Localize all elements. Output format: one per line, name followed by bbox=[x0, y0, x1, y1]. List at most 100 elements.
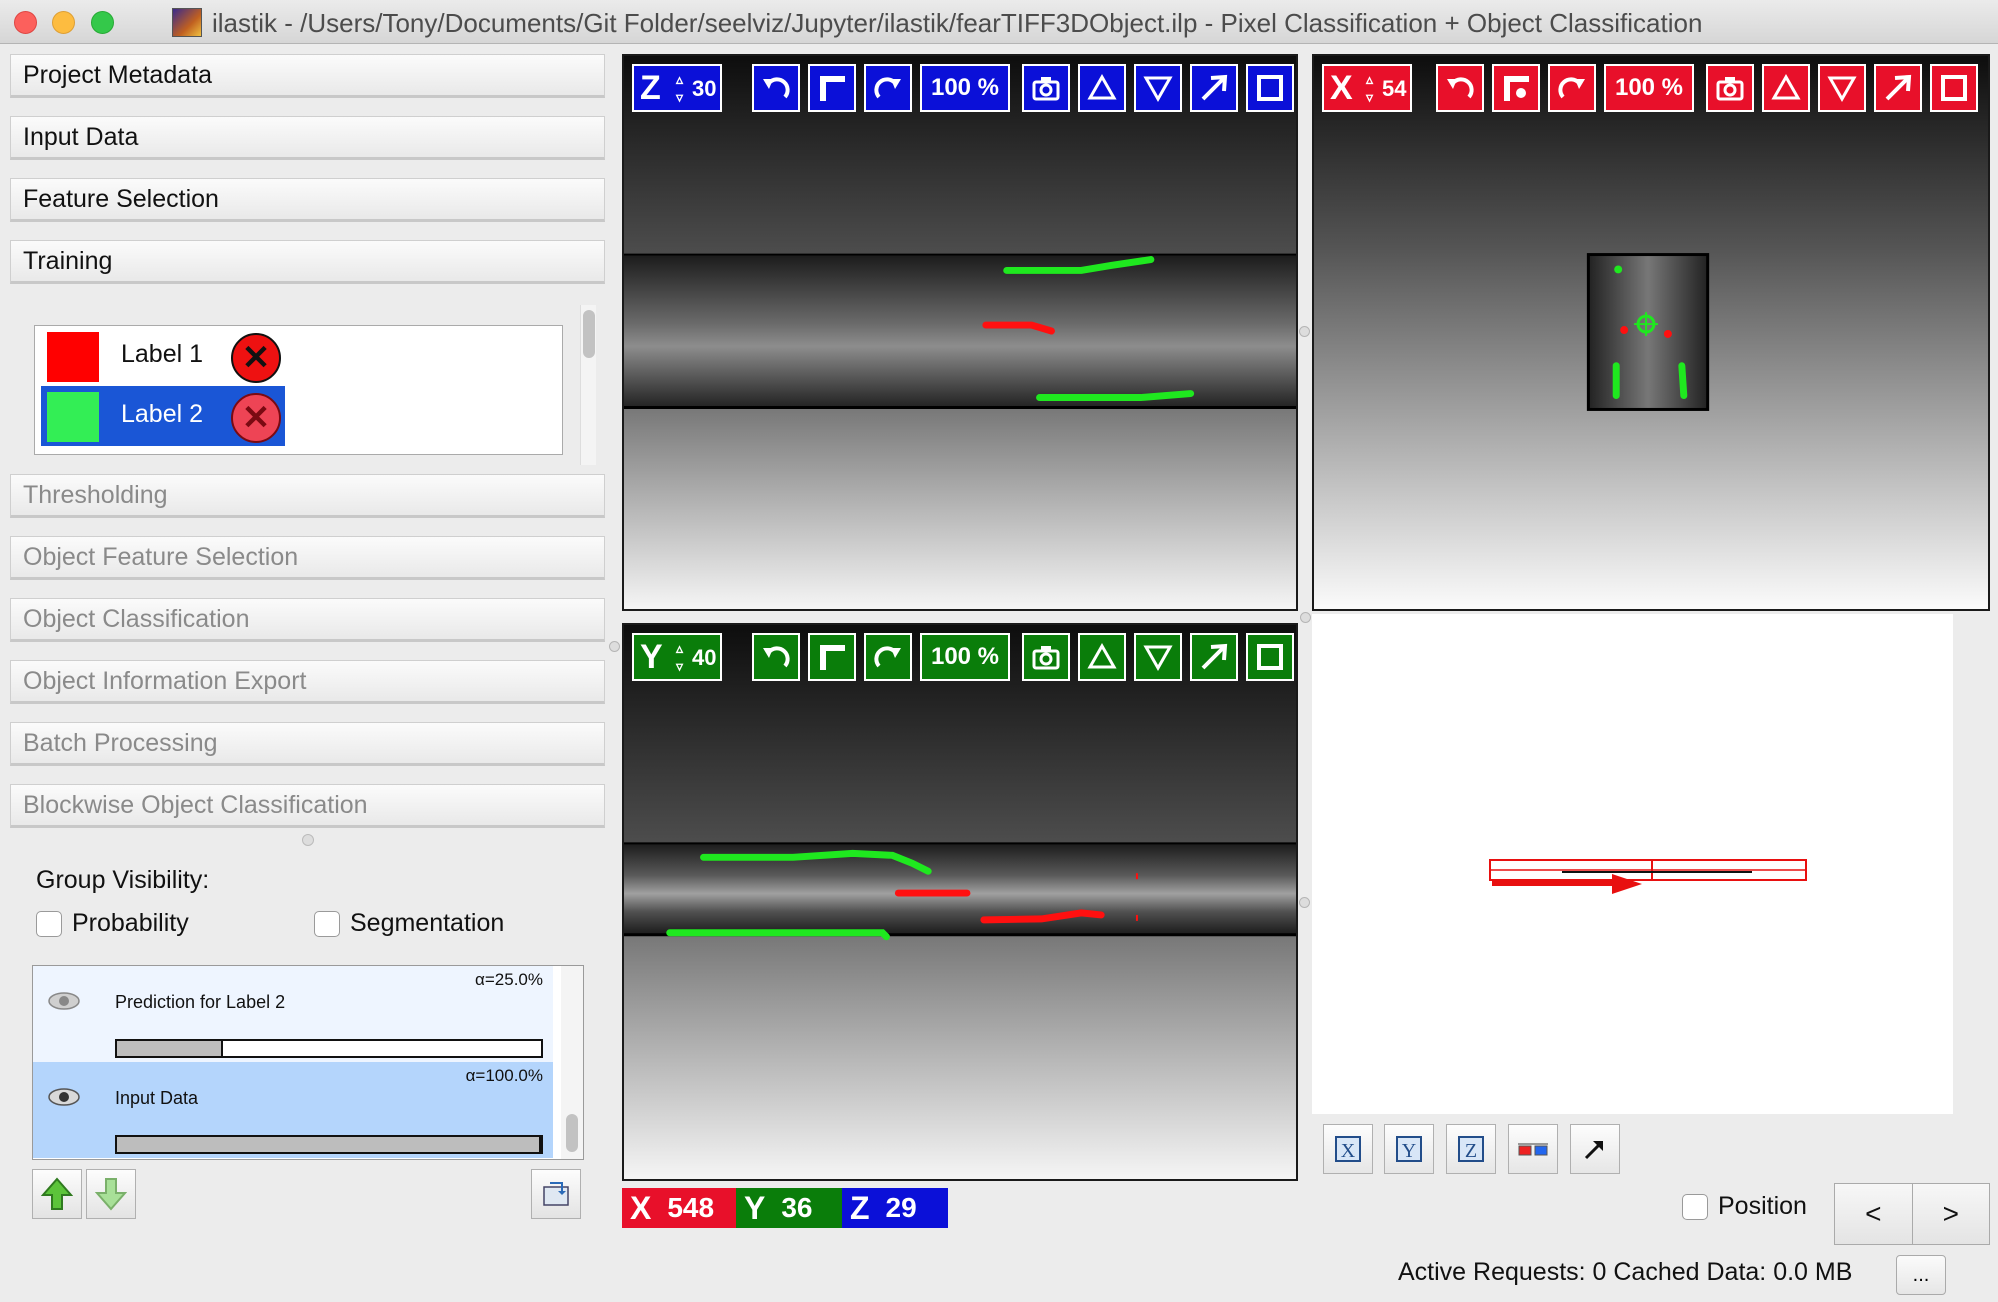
slice-down-button[interactable] bbox=[1134, 64, 1182, 112]
toggle-y-slice-button[interactable]: Y bbox=[1384, 1124, 1434, 1174]
previous-button[interactable]: < bbox=[1835, 1184, 1913, 1244]
snapshot-button[interactable] bbox=[1706, 64, 1754, 112]
applet-object-feature-selection[interactable]: Object Feature Selection bbox=[10, 536, 605, 580]
applet-object-information-export[interactable]: Object Information Export bbox=[10, 660, 605, 704]
scrollbar-thumb[interactable] bbox=[566, 1114, 578, 1152]
eye-icon[interactable] bbox=[47, 991, 81, 1011]
splitter-handle[interactable] bbox=[1299, 897, 1310, 908]
fit-view-button[interactable] bbox=[1930, 64, 1978, 112]
fit-view-button[interactable] bbox=[1246, 633, 1294, 681]
viewer-x[interactable]: X ▵ ▿ 54 100 % bbox=[1312, 54, 1990, 611]
slice-up-button[interactable] bbox=[1078, 64, 1126, 112]
eye-icon[interactable] bbox=[47, 1087, 81, 1107]
spin-arrows-icon[interactable]: ▵ ▿ bbox=[676, 639, 683, 675]
move-layer-down-button[interactable] bbox=[86, 1169, 136, 1219]
segmentation-checkbox[interactable] bbox=[314, 910, 340, 937]
slice-number[interactable]: 40 bbox=[692, 645, 716, 671]
anaglyph-button[interactable] bbox=[1508, 1124, 1558, 1174]
toggle-x-slice-button[interactable]: X bbox=[1323, 1124, 1373, 1174]
viewer-z[interactable]: Z ▵ ▿ 30 100 % bbox=[622, 54, 1298, 611]
slice-spinbox[interactable]: X ▵ ▿ 54 bbox=[1322, 64, 1412, 112]
label-color-swatch[interactable] bbox=[47, 392, 99, 442]
close-window-button[interactable] bbox=[14, 11, 37, 34]
maximize-3d-button[interactable] bbox=[1570, 1124, 1620, 1174]
scrollbar-thumb[interactable] bbox=[583, 310, 595, 358]
next-button[interactable]: > bbox=[1913, 1184, 1990, 1244]
label-name[interactable]: Label 2 bbox=[121, 400, 203, 429]
rotate-right-button[interactable] bbox=[1548, 64, 1596, 112]
y-slice-view[interactable] bbox=[624, 625, 1296, 1179]
applet-object-classification[interactable]: Object Classification bbox=[10, 598, 605, 642]
fit-view-button[interactable] bbox=[1246, 64, 1294, 112]
delete-label-icon[interactable]: ✕ bbox=[231, 333, 281, 383]
layer-list-scrollbar[interactable] bbox=[561, 966, 583, 1159]
maximize-view-button[interactable] bbox=[1190, 64, 1238, 112]
rotate-left-button[interactable] bbox=[752, 633, 800, 681]
x-slice-view[interactable] bbox=[1314, 56, 1988, 609]
applet-training[interactable]: Training bbox=[10, 240, 605, 284]
volume-3d-view[interactable] bbox=[1312, 614, 1953, 1114]
label-list-scrollbar[interactable] bbox=[580, 305, 596, 465]
label-row-2[interactable]: Label 2 ✕ bbox=[41, 386, 285, 446]
layer-opacity: α=25.0% bbox=[475, 970, 543, 989]
segmentation-checkbox-row[interactable]: Segmentation bbox=[314, 909, 504, 938]
slice-spinbox[interactable]: Y ▵ ▿ 40 bbox=[632, 633, 722, 681]
z-slice-view[interactable] bbox=[624, 56, 1296, 609]
zoom-window-button[interactable] bbox=[91, 11, 114, 34]
undo-icon bbox=[763, 646, 790, 668]
zoom-level[interactable]: 100 % bbox=[920, 633, 1010, 681]
position-checkbox[interactable] bbox=[1682, 1193, 1708, 1220]
rotate-left-button[interactable] bbox=[752, 64, 800, 112]
position-checkbox-row[interactable]: Position bbox=[1682, 1192, 1807, 1221]
slice-down-button[interactable] bbox=[1134, 633, 1182, 681]
applet-project-metadata[interactable]: Project Metadata bbox=[10, 54, 605, 98]
layer-opacity-slider[interactable] bbox=[115, 1135, 543, 1154]
splitter-handle[interactable] bbox=[1299, 326, 1310, 337]
maximize-view-button[interactable] bbox=[1874, 64, 1922, 112]
maximize-view-button[interactable] bbox=[1190, 633, 1238, 681]
applet-feature-selection[interactable]: Feature Selection bbox=[10, 178, 605, 222]
export-layer-button[interactable] bbox=[531, 1169, 581, 1219]
rotate-right-button[interactable] bbox=[864, 64, 912, 112]
swap-axes-button[interactable] bbox=[1492, 64, 1540, 112]
slice-spinbox[interactable]: Z ▵ ▿ 30 bbox=[632, 64, 722, 112]
toggle-z-slice-button[interactable]: Z bbox=[1446, 1124, 1496, 1174]
applet-input-data[interactable]: Input Data bbox=[10, 116, 605, 160]
slice-up-button[interactable] bbox=[1762, 64, 1810, 112]
applet-batch-processing[interactable]: Batch Processing bbox=[10, 722, 605, 766]
splitter-handle[interactable] bbox=[609, 641, 620, 652]
viewer-y[interactable]: Y ▵ ▿ 40 100 % bbox=[622, 623, 1298, 1181]
probability-checkbox-row[interactable]: Probability bbox=[36, 909, 189, 938]
rotate-left-button[interactable] bbox=[1436, 64, 1484, 112]
layer-row-prediction[interactable]: α=25.0% Prediction for Label 2 bbox=[33, 966, 553, 1062]
slice-down-button[interactable] bbox=[1818, 64, 1866, 112]
zoom-level[interactable]: 100 % bbox=[1604, 64, 1694, 112]
layer-opacity-slider[interactable] bbox=[115, 1039, 543, 1058]
slice-number[interactable]: 54 bbox=[1382, 76, 1406, 102]
training-panel: Label 1 ✕ Label 2 ✕ bbox=[10, 287, 605, 470]
applet-blockwise-object-classification[interactable]: Blockwise Object Classification bbox=[10, 784, 605, 828]
spin-arrows-icon[interactable]: ▵ ▿ bbox=[676, 70, 683, 106]
splitter-handle[interactable] bbox=[1300, 612, 1311, 623]
label-color-swatch[interactable] bbox=[47, 332, 99, 382]
swap-axes-button[interactable] bbox=[808, 633, 856, 681]
probability-checkbox[interactable] bbox=[36, 910, 62, 937]
move-layer-up-button[interactable] bbox=[32, 1169, 82, 1219]
snapshot-button[interactable] bbox=[1022, 633, 1070, 681]
snapshot-button[interactable] bbox=[1022, 64, 1070, 112]
layer-row-input-data[interactable]: α=100.0% Input Data bbox=[33, 1062, 553, 1158]
viewer-3d[interactable] bbox=[1312, 614, 1953, 1114]
label-row-1[interactable]: Label 1 ✕ bbox=[41, 326, 285, 386]
delete-label-icon[interactable]: ✕ bbox=[231, 393, 281, 443]
swap-axes-button[interactable] bbox=[808, 64, 856, 112]
applet-thresholding[interactable]: Thresholding bbox=[10, 474, 605, 518]
splitter-handle[interactable] bbox=[302, 834, 314, 846]
minimize-window-button[interactable] bbox=[52, 11, 75, 34]
spin-arrows-icon[interactable]: ▵ ▿ bbox=[1366, 70, 1373, 106]
rotate-right-button[interactable] bbox=[864, 633, 912, 681]
zoom-level[interactable]: 100 % bbox=[920, 64, 1010, 112]
more-options-button[interactable]: ... bbox=[1896, 1255, 1946, 1295]
slice-number[interactable]: 30 bbox=[692, 76, 716, 102]
label-name[interactable]: Label 1 bbox=[121, 340, 203, 369]
slice-up-button[interactable] bbox=[1078, 633, 1126, 681]
